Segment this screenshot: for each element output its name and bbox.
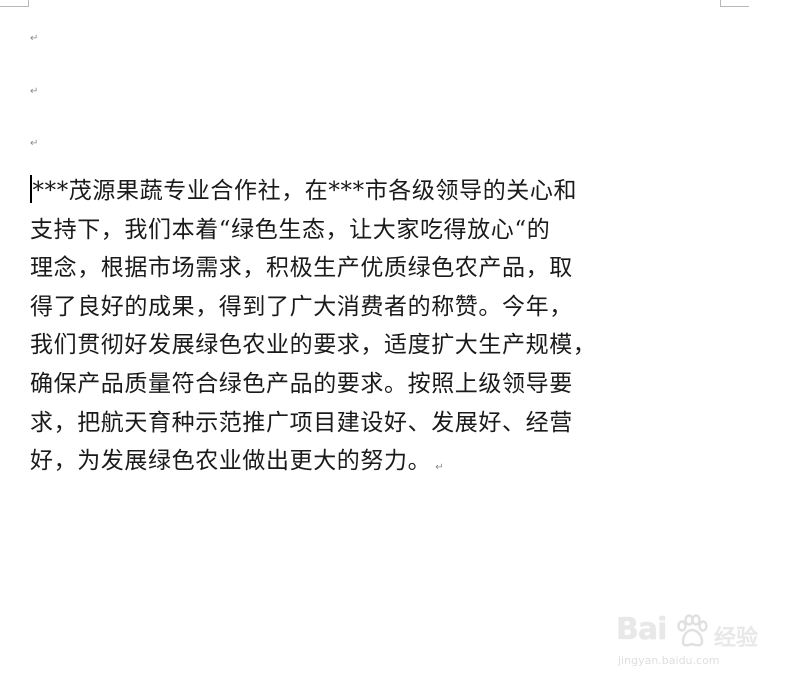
text-line: 支持下，我们本着“绿色生态，让大家吃得放心“的	[30, 216, 551, 243]
text-line: 确保产品质量符合绿色产品的要求。按照上级领导要	[30, 370, 573, 397]
text-line-content: 好，为发展绿色农业做出更大的努力。	[30, 448, 432, 475]
text-cursor	[30, 175, 32, 203]
text-line: 得了良好的成果，得到了广大消费者的称赞。今年，	[30, 293, 573, 320]
text-line: 求，把航天育种示范推广项目建设好、发展好、经营	[30, 409, 573, 436]
baidu-paw-icon	[677, 614, 708, 647]
watermark-logo-suffix: 经验	[714, 626, 759, 651]
body-paragraph[interactable]: ***茂源果蔬专业合作社，在***市各级领导的关心和 支持下，我们本着“绿色生态…	[30, 172, 730, 481]
watermark-logo: Bai	[616, 612, 667, 647]
document-page: ↵ ↵ ↵ ***茂源果蔬专业合作社，在***市各级领导的关心和 支持下，我们本…	[0, 0, 801, 694]
paragraph-mark: ↵	[30, 138, 39, 149]
text-line: ***茂源果蔬专业合作社，在***市各级领导的关心和	[30, 172, 730, 211]
text-line-content: ***茂源果蔬专业合作社，在***市各级领导的关心和	[32, 178, 578, 204]
text-line: 理念，根据市场需求，积极生产优质绿色农产品，取	[30, 255, 573, 282]
watermark-url: jingyan.baidu.com	[618, 654, 720, 667]
crop-mark-top-left	[0, 0, 29, 7]
crop-mark-top-right	[720, 0, 749, 7]
paragraph-mark: ↵	[30, 86, 39, 97]
text-line: 我们贯彻好发展绿色农业的要求，适度扩大生产规模，	[30, 332, 597, 359]
baidu-jingyan-watermark: Bai 经验 jingyan.baidu.com	[616, 612, 766, 672]
paragraph-mark: ↵	[30, 33, 39, 44]
text-line: 好，为发展绿色农业做出更大的努力。 ↵	[30, 442, 730, 481]
paragraph-end-mark: ↵	[435, 462, 445, 474]
